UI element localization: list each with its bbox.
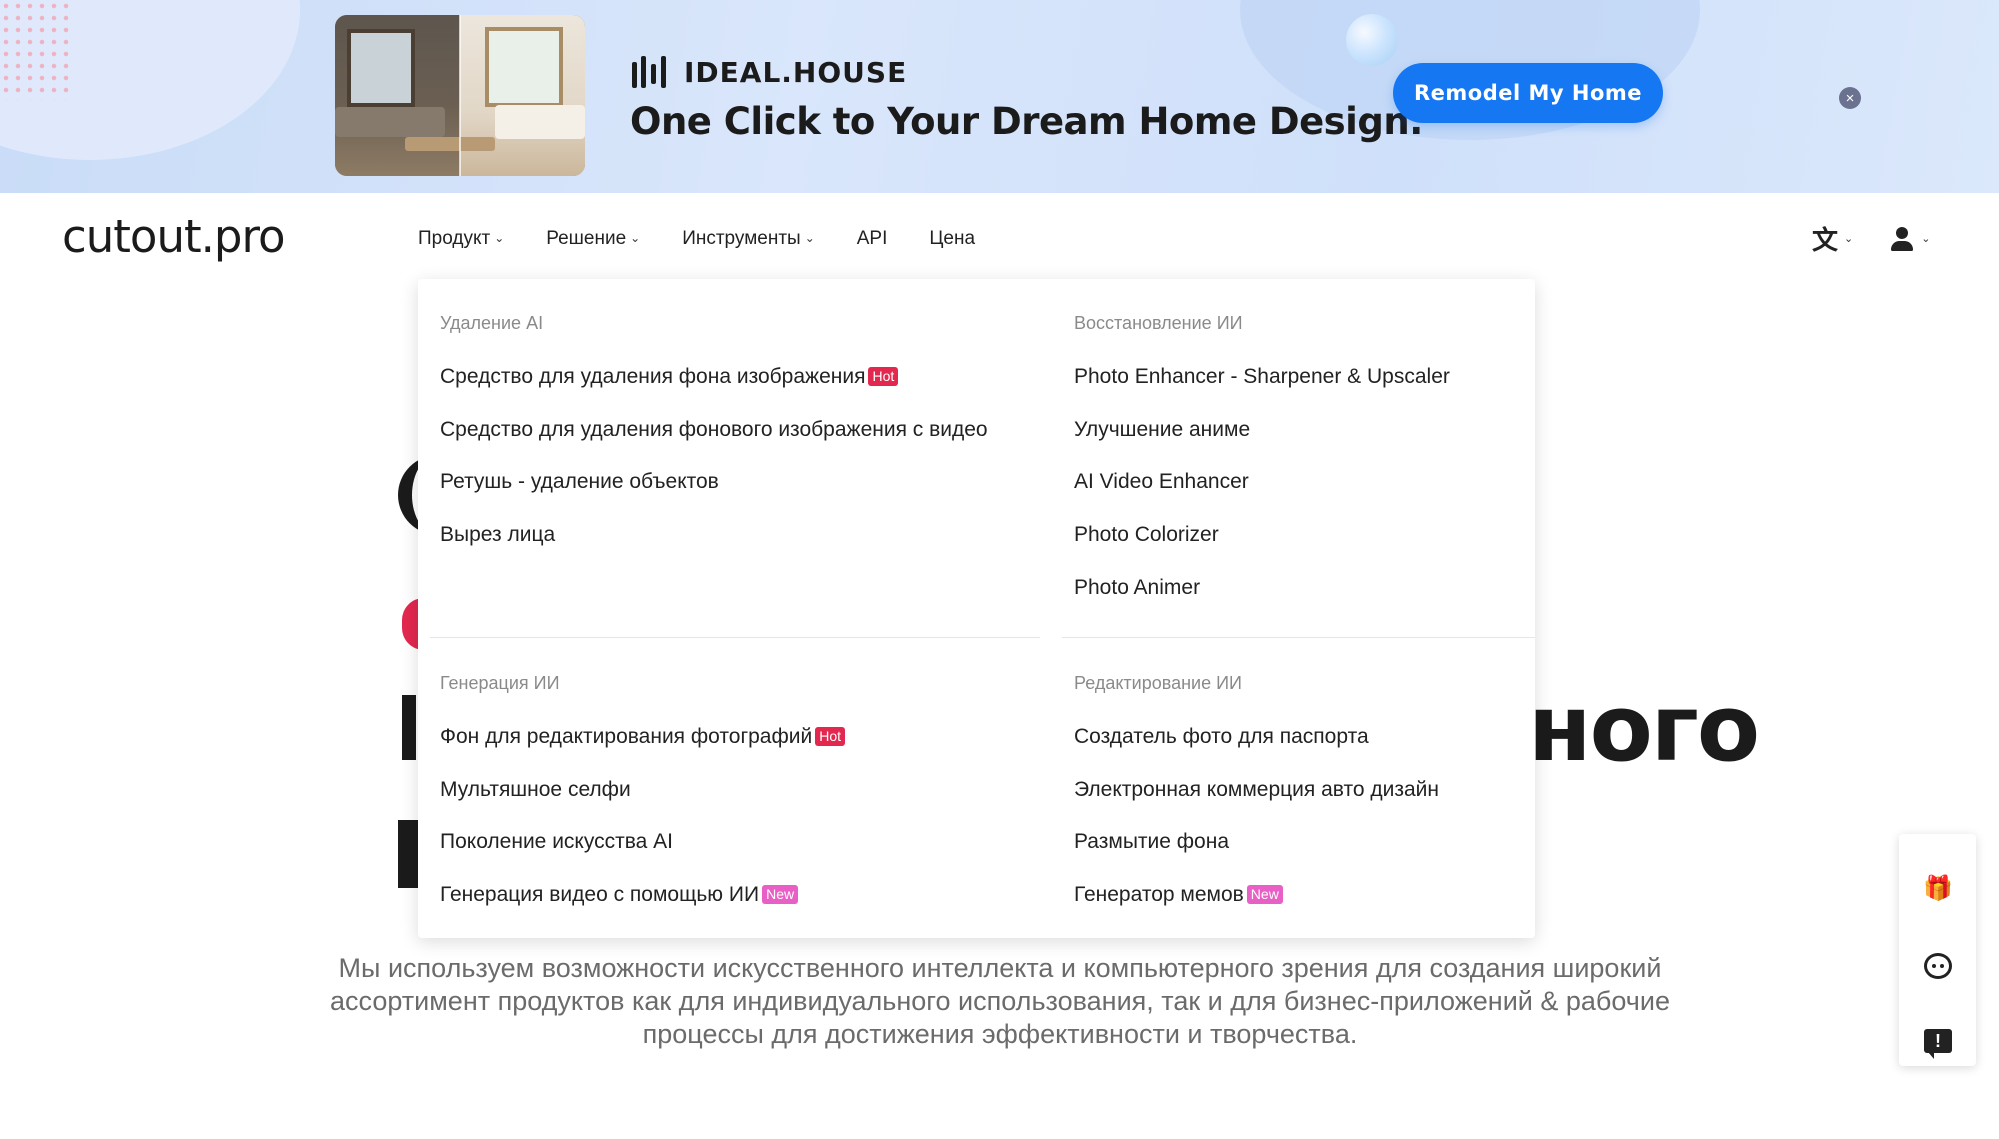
banner-decor-dots: [0, 0, 70, 100]
menu-item[interactable]: Генератор мемов New: [1074, 883, 1439, 936]
language-switcher[interactable]: 文 ⌄: [1812, 220, 1853, 257]
nav-api-label: API: [856, 228, 888, 249]
menu-section-ai-restoration: Восстановление ИИ Photo Enhancer - Sharp…: [1074, 313, 1450, 628]
menu-item[interactable]: Photo Colorizer: [1074, 523, 1450, 576]
menu-item[interactable]: Photo Enhancer - Sharpener & Upscaler: [1074, 365, 1450, 418]
menu-item[interactable]: Электронная коммерция авто дизайн: [1074, 778, 1439, 831]
menu-section-title: Восстановление ИИ: [1074, 313, 1243, 333]
menu-item[interactable]: Мультяшное селфи: [440, 778, 845, 831]
menu-item[interactable]: Вырез лица: [440, 523, 988, 576]
feedback-icon[interactable]: !: [1923, 1026, 1953, 1059]
chevron-down-icon: ⌄: [494, 231, 505, 245]
banner-decor-bubble: [1346, 14, 1398, 66]
banner-brand: IDEAL.HOUSE: [630, 52, 907, 92]
chevron-down-icon: ⌄: [630, 231, 641, 245]
header-actions: 文 ⌄ ⌄: [1812, 220, 1930, 257]
gift-icon[interactable]: 🎁: [1923, 873, 1953, 903]
menu-item[interactable]: Поколение искусства AI: [440, 830, 845, 883]
nav-tools[interactable]: Инструменты ⌄: [682, 222, 815, 256]
new-badge: New: [1246, 885, 1283, 905]
banner-room-image: [335, 15, 585, 176]
chevron-down-icon: ⌄: [804, 231, 815, 245]
menu-section-ai-removal: Удаление AI Средство для удаления фона и…: [440, 313, 988, 576]
ideal-house-logo-icon: [630, 52, 670, 92]
hot-badge: Hot: [868, 367, 899, 386]
menu-item[interactable]: Размытие фона: [1074, 830, 1439, 883]
menu-item[interactable]: Создатель фото для паспорта: [1074, 725, 1439, 778]
banner-brand-name: IDEAL.HOUSE: [684, 55, 908, 89]
menu-item[interactable]: Улучшение аниме: [1074, 418, 1450, 471]
hero-title-fragment: [402, 695, 416, 760]
hero-title-fragment: [398, 820, 418, 888]
user-icon: [1889, 226, 1915, 252]
hot-badge: Hot: [815, 727, 845, 746]
menu-divider: [430, 637, 1040, 638]
chevron-down-icon: ⌄: [1921, 233, 1931, 245]
nav-api[interactable]: API: [857, 222, 888, 256]
menu-item[interactable]: AI Video Enhancer: [1074, 470, 1450, 523]
banner-tagline: One Click to Your Dream Home Design.: [630, 100, 1423, 143]
menu-section-title: Редактирование ИИ: [1074, 673, 1242, 693]
nav-product[interactable]: Продукт ⌄: [418, 222, 504, 256]
menu-section-title: Генерация ИИ: [440, 673, 560, 693]
nav-pricing-label: Цена: [929, 228, 976, 249]
nav-solution-label: Решение: [546, 228, 627, 249]
floating-action-bar: 🎁 !: [1899, 834, 1976, 1066]
user-menu[interactable]: ⌄: [1889, 226, 1930, 252]
close-banner-icon[interactable]: ×: [1839, 87, 1861, 109]
menu-section-ai-generation: Генерация ИИ Фон для редактирования фото…: [440, 673, 845, 936]
hero-title-fragment: ного: [1528, 675, 1760, 782]
nav-product-label: Продукт: [418, 228, 491, 249]
nav-solution[interactable]: Решение ⌄: [546, 222, 640, 256]
menu-item[interactable]: Генерация видео с помощью ИИ New: [440, 883, 845, 936]
promo-banner[interactable]: IDEAL.HOUSE One Click to Your Dream Home…: [0, 0, 1999, 193]
menu-item[interactable]: Ретушь - удаление объектов: [440, 470, 988, 523]
chevron-down-icon: ⌄: [1844, 233, 1854, 245]
main-nav: Продукт ⌄ Решение ⌄ Инструменты ⌄ API Це…: [418, 222, 1017, 256]
menu-item[interactable]: Средство для удаления фонового изображен…: [440, 418, 988, 471]
menu-item[interactable]: Photo Animer: [1074, 576, 1450, 629]
translate-icon: 文: [1812, 226, 1839, 256]
hero-description: Мы используем возможности искусственного…: [330, 953, 1670, 1049]
site-logo[interactable]: cutout.pro: [62, 210, 286, 263]
product-dropdown-menu: Удаление AI Средство для удаления фона и…: [418, 279, 1535, 938]
menu-section-ai-editing: Редактирование ИИ Создатель фото для пас…: [1074, 673, 1439, 936]
new-badge: New: [762, 885, 799, 905]
remodel-my-home-button[interactable]: Remodel My Home: [1393, 63, 1663, 123]
nav-tools-label: Инструменты: [682, 228, 801, 249]
menu-divider: [1062, 637, 1535, 638]
menu-item[interactable]: Фон для редактирования фотографий Hot: [440, 725, 845, 778]
menu-item[interactable]: Средство для удаления фона изображения Ho…: [440, 365, 988, 418]
menu-section-title: Удаление AI: [440, 313, 544, 333]
nav-pricing[interactable]: Цена: [929, 222, 975, 256]
chatbot-icon[interactable]: [1923, 951, 1953, 981]
